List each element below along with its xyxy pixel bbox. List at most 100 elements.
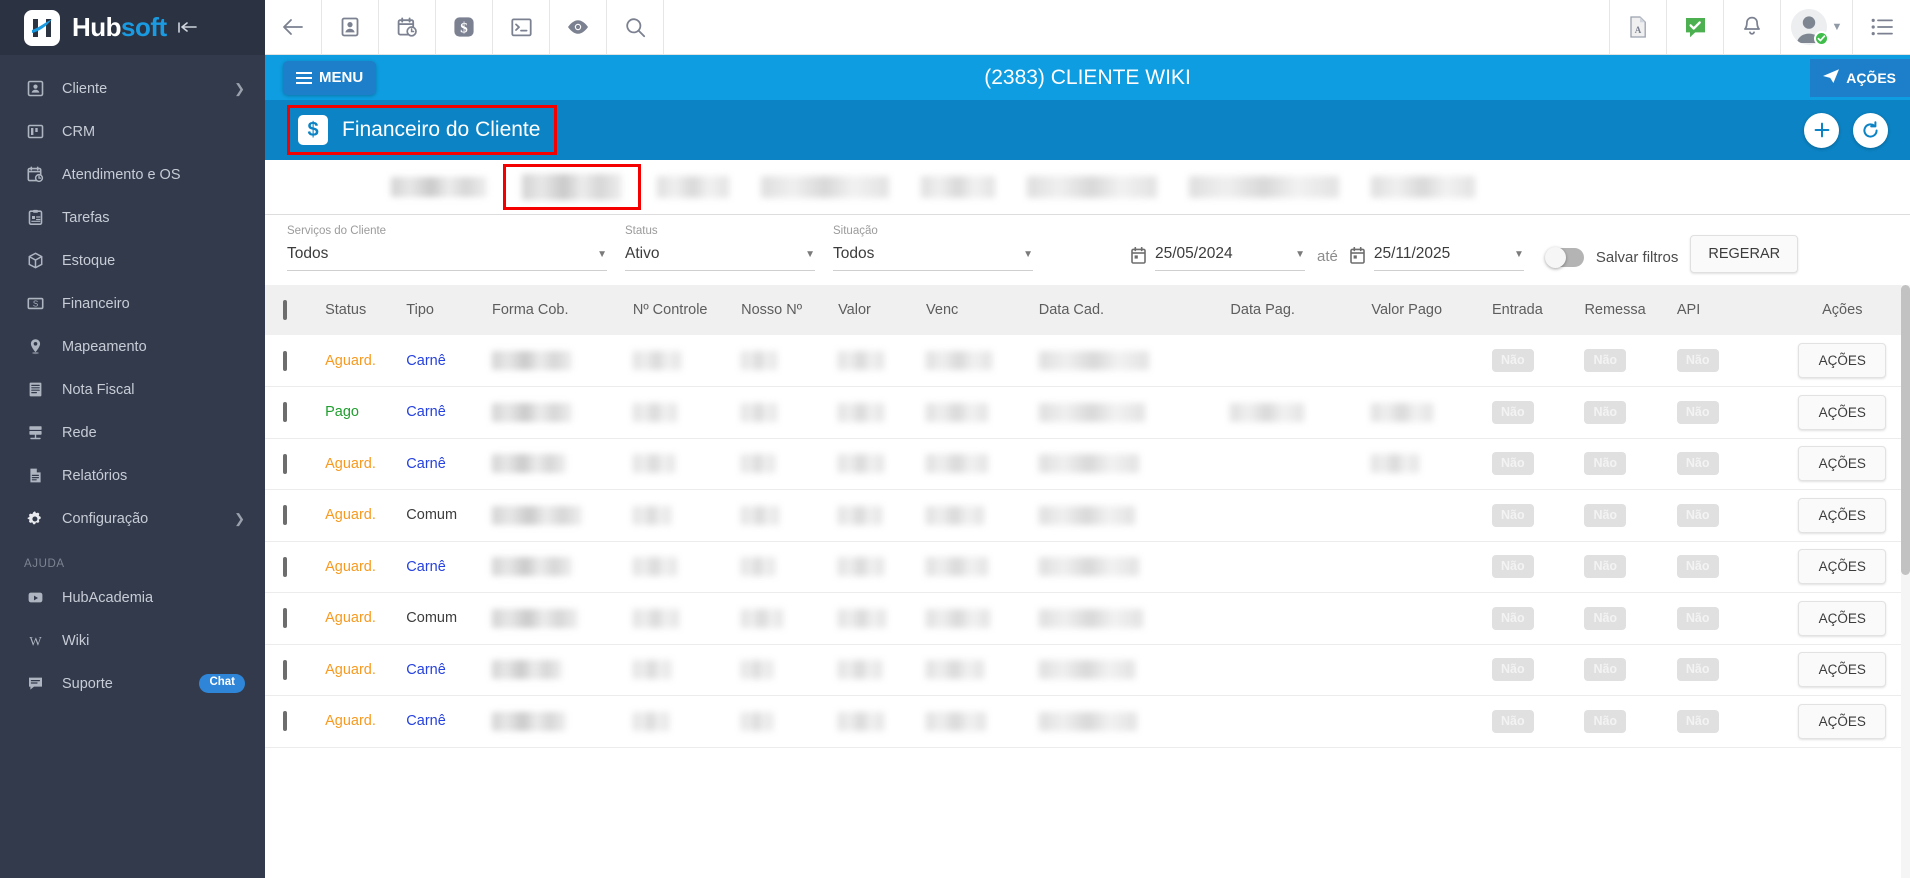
sidebar-item-financeiro[interactable]: S Financeiro [0,282,265,325]
col-forma-cob[interactable]: Forma Cob. [485,285,627,335]
col-valor-pago[interactable]: Valor Pago [1365,285,1486,335]
dollar-square-icon[interactable]: $ [436,0,493,54]
row-acoes-button[interactable]: AÇÕES [1798,343,1887,378]
sidebar-item-hubacademia[interactable]: HubAcademia [0,576,265,619]
row-acoes-button[interactable]: AÇÕES [1798,703,1887,739]
col-remessa[interactable]: Remessa [1578,285,1671,335]
back-arrow-icon[interactable] [265,0,322,54]
avatar[interactable]: ▼ [1781,0,1853,54]
cell-data-pag [1224,386,1366,439]
header-acoes-button[interactable]: AÇÕES [1810,58,1910,97]
col-entrada[interactable]: Entrada [1485,285,1579,335]
refresh-button[interactable] [1853,112,1888,148]
tab-item[interactable] [1011,164,1173,210]
table-row[interactable]: Pago Carnê Não Não Não AÇÕES [265,386,1910,439]
cell-valor [832,335,921,387]
add-button[interactable] [1804,112,1839,148]
col-data-cad[interactable]: Data Cad. [1032,285,1225,335]
cell-tipo[interactable]: Carnê [400,541,486,593]
pdf-file-icon[interactable]: A [1610,0,1667,54]
table-row[interactable]: Aguard. Carnê Não Não Não AÇÕES [265,695,1910,748]
col-venc[interactable]: Venc [920,285,1033,335]
date-from-field[interactable]: 25/05/2024 ▼ [1131,245,1305,277]
col-api[interactable]: API [1670,285,1775,335]
eye-icon[interactable] [550,0,607,54]
table-row[interactable]: Aguard. Comum Não Não Não AÇÕES [265,592,1910,645]
tab-item[interactable] [1173,164,1355,210]
row-acoes-button[interactable]: AÇÕES [1798,497,1887,533]
col-n-controle[interactable]: Nº Controle [626,285,736,335]
tab-item[interactable] [375,164,503,210]
row-acoes-button[interactable]: AÇÕES [1798,394,1887,430]
col-status[interactable]: Status [319,285,401,335]
regerar-button[interactable]: REGERAR [1690,235,1799,273]
sidebar-item-configuracao[interactable]: Configuração ❯ [0,497,265,540]
row-checkbox[interactable] [283,659,287,680]
menu-button[interactable]: MENU [283,60,377,95]
table-row[interactable]: Aguard. Carnê Não Não Não AÇÕES [265,541,1910,593]
filter-servicos-do-cliente[interactable]: Serviços do Cliente Todos ▼ [287,221,607,277]
calendar-clock-icon[interactable] [379,0,436,54]
col-data-pag[interactable]: Data Pag. [1224,285,1366,335]
sidebar-item-nota-fiscal[interactable]: Nota Fiscal [0,368,265,411]
row-checkbox[interactable] [283,505,287,526]
sidebar-item-estoque[interactable]: Estoque [0,239,265,282]
bell-icon[interactable] [1724,0,1781,54]
row-acoes-button[interactable]: AÇÕES [1798,652,1887,688]
scrollbar-thumb[interactable] [1901,285,1910,575]
tab-item[interactable] [1355,164,1491,210]
col-tipo[interactable]: Tipo [400,285,486,335]
tab-item[interactable] [641,164,745,210]
vertical-scrollbar[interactable] [1901,285,1910,878]
sidebar-item-relatorios[interactable]: Relatórios [0,454,265,497]
tab-item-selected[interactable] [503,164,641,210]
calendar-icon[interactable] [1131,246,1146,269]
col-valor[interactable]: Valor [832,285,921,335]
date-to-field[interactable]: 25/11/2025 ▼ [1350,245,1524,277]
chat-badge[interactable]: Chat [199,674,245,693]
table-row[interactable]: Aguard. Comum Não Não Não AÇÕES [265,489,1910,542]
user-card-icon[interactable] [322,0,379,54]
row-checkbox[interactable] [283,608,287,629]
row-acoes-button[interactable]: AÇÕES [1798,549,1887,585]
cell-tipo[interactable]: Carnê [400,695,486,748]
list-menu-icon[interactable] [1853,0,1910,54]
row-checkbox[interactable] [283,711,287,732]
sidebar-item-crm[interactable]: CRM [0,110,265,153]
col-nosso-n[interactable]: Nosso Nº [735,285,833,335]
save-filters-toggle[interactable] [1544,247,1584,268]
row-acoes-button[interactable]: AÇÕES [1798,446,1887,482]
sidebar-item-label: Relatórios [62,467,128,484]
row-select-cell [265,438,320,490]
table-row[interactable]: Aguard. Carnê Não Não Não AÇÕES [265,644,1910,696]
tab-item[interactable] [905,164,1011,210]
sidebar-item-tarefas[interactable]: Tarefas [0,196,265,239]
row-checkbox[interactable] [283,350,287,371]
select-all-checkbox[interactable] [283,300,287,320]
search-icon[interactable] [607,0,664,54]
cell-entrada: Não [1485,644,1579,696]
sidebar-item-mapeamento[interactable]: Mapeamento [0,325,265,368]
sidebar-item-rede[interactable]: Rede [0,411,265,454]
cell-tipo[interactable]: Carnê [400,335,486,387]
calendar-icon[interactable] [1350,246,1365,269]
collapse-arrow-icon[interactable] [177,19,197,37]
table-row[interactable]: Aguard. Carnê Não Não Não AÇÕES [265,335,1910,387]
filter-situacao[interactable]: Situação Todos ▼ [833,221,1033,277]
sidebar-item-wiki[interactable]: W Wiki [0,619,265,662]
row-acoes-button[interactable]: AÇÕES [1798,600,1887,636]
table-row[interactable]: Aguard. Carnê Não Não Não AÇÕES [265,438,1910,490]
green-check-message-icon[interactable] [1667,0,1724,54]
sidebar-item-suporte[interactable]: Suporte Chat [0,662,265,705]
sidebar-item-atendimento-e-os[interactable]: Atendimento e OS [0,153,265,196]
row-checkbox[interactable] [283,453,287,474]
sidebar-item-cliente[interactable]: Cliente ❯ [0,67,265,110]
cell-tipo[interactable]: Carnê [400,644,486,696]
cell-tipo[interactable]: Carnê [400,386,486,439]
cell-tipo[interactable]: Carnê [400,438,486,490]
tab-item[interactable] [745,164,905,210]
filter-status[interactable]: Status Ativo ▼ [625,221,815,277]
terminal-icon[interactable] [493,0,550,54]
row-checkbox[interactable] [283,556,287,577]
row-checkbox[interactable] [283,402,287,423]
